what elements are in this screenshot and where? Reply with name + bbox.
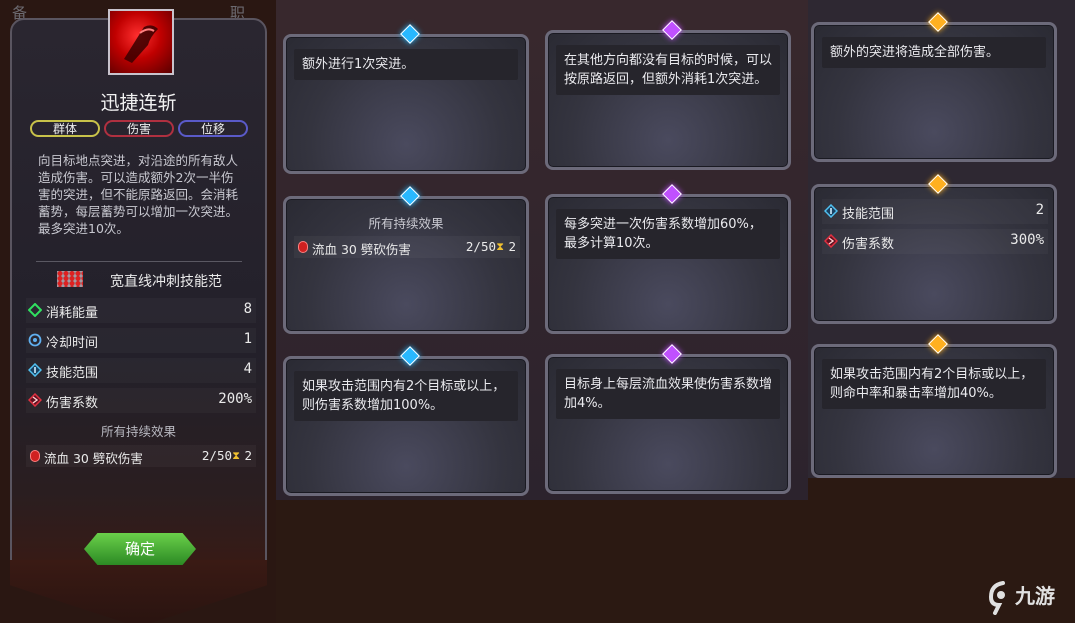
range-shape-label: 宽直线冲刺技能范 (110, 274, 222, 290)
effect-duration: 2 (508, 239, 516, 254)
upgrade-card-9[interactable]: 如果攻击范围内有2个目标或以上，则命中率和暴击率增加40%。 (811, 334, 1057, 478)
card-text: 如果攻击范围内有2个目标或以上，则伤害系数增加100%。 (294, 371, 518, 421)
stat-label: 伤害系数 (842, 237, 895, 252)
stat-range: 技能范围 4 (26, 358, 256, 383)
card-text: 如果攻击范围内有2个目标或以上，则命中率和暴击率增加40%。 (822, 359, 1046, 409)
skill-description: 向目标地点突进，对沿途的所有敌人造成伤害。可以造成额外2次一半伤害的突进，但不能… (38, 153, 239, 236)
divider (36, 261, 242, 262)
confirm-button[interactable]: 确定 (84, 533, 196, 565)
stat-range: 技能范围 2 (822, 199, 1048, 224)
hourglass-icon: ⧗ (496, 240, 504, 253)
skill-panel-banner-tail (10, 560, 267, 623)
card-text: 在其他方向都没有目标的时候，可以按原路返回，但额外消耗1次突进。 (556, 45, 780, 95)
upgrade-card-2[interactable]: 在其他方向都没有目标的时候，可以按原路返回，但额外消耗1次突进。 (545, 20, 791, 170)
effects-header: 所有持续效果 (368, 216, 444, 231)
bleed-icon (30, 450, 40, 462)
upgrade-card-1[interactable]: 额外进行1次突进。 (283, 24, 529, 174)
range-icon (824, 204, 838, 218)
watermark-logo: 九游 (985, 580, 1070, 620)
stat-label: 消耗能量 (46, 306, 99, 321)
skill-icon (108, 9, 174, 75)
stat-label: 技能范围 (46, 366, 99, 381)
upgrade-card-5[interactable]: 每多突进一次伤害系数增加60%，最多计算10次。 (545, 184, 791, 334)
upgrade-card-4[interactable]: 所有持续效果 流血 30 劈砍伤害 2/50 ⧗ 2 (283, 186, 529, 334)
watermark-text: 九游 (1015, 584, 1055, 608)
stat-energy: 消耗能量 8 (26, 298, 256, 323)
upgrade-card-8[interactable]: 目标身上每层流血效果使伤害系数增加4%。 (545, 344, 791, 494)
energy-icon (28, 303, 42, 317)
stat-value: 200% (218, 391, 252, 407)
stat-damage: 伤害系数 200% (26, 388, 256, 413)
skill-title: 迅捷连斩 (100, 92, 177, 114)
tag-group: 群体 (30, 120, 100, 137)
stat-cooldown: 冷却时间 1 (26, 328, 256, 353)
stat-value: 8 (243, 301, 252, 317)
effect-row-bleed: 流血 30 劈砍伤害 2/50 ⧗ 2 (26, 445, 256, 467)
stat-damage: 伤害系数 300% (822, 229, 1048, 254)
upgrade-card-3[interactable]: 额外的突进将造成全部伤害。 (811, 12, 1057, 162)
damage-icon (824, 234, 838, 248)
card-text: 每多突进一次伤害系数增加60%，最多计算10次。 (556, 209, 780, 259)
card-text: 目标身上每层流血效果使伤害系数增加4%。 (556, 369, 780, 419)
stat-label: 冷却时间 (46, 336, 99, 351)
card-text: 额外进行1次突进。 (294, 49, 518, 80)
effect-name: 流血 30 劈砍伤害 (312, 242, 411, 257)
upgrade-card-6[interactable]: 技能范围 2 伤害系数 300% (811, 174, 1057, 324)
effect-stack-count: 2/50 (465, 239, 496, 254)
range-shape-icon (57, 271, 83, 287)
stat-label: 技能范围 (842, 207, 895, 222)
blade-icon (124, 25, 158, 63)
stat-label: 伤害系数 (46, 396, 99, 411)
jiuyou-logo-icon (988, 580, 1005, 615)
range-icon (28, 363, 42, 377)
stat-value: 300% (1010, 232, 1044, 248)
effect-row-bleed: 流血 30 劈砍伤害 2/50 ⧗ 2 (294, 236, 520, 258)
damage-icon (28, 393, 42, 407)
stat-value: 4 (243, 361, 252, 377)
tag-damage: 伤害 (104, 120, 174, 137)
effect-name: 流血 30 劈砍伤害 (44, 451, 143, 466)
card-text: 额外的突进将造成全部伤害。 (822, 37, 1046, 68)
stat-value: 2 (1035, 202, 1044, 218)
stat-value: 1 (243, 331, 252, 347)
effect-stack-count: 2/50 (201, 448, 232, 463)
hourglass-icon: ⧗ (232, 449, 240, 462)
upgrade-card-7[interactable]: 如果攻击范围内有2个目标或以上，则伤害系数增加100%。 (283, 346, 529, 496)
effect-duration: 2 (244, 448, 252, 463)
bleed-icon (298, 241, 308, 253)
effects-header: 所有持续效果 (100, 424, 176, 439)
tag-movement: 位移 (178, 120, 248, 137)
cooldown-icon (28, 333, 42, 347)
